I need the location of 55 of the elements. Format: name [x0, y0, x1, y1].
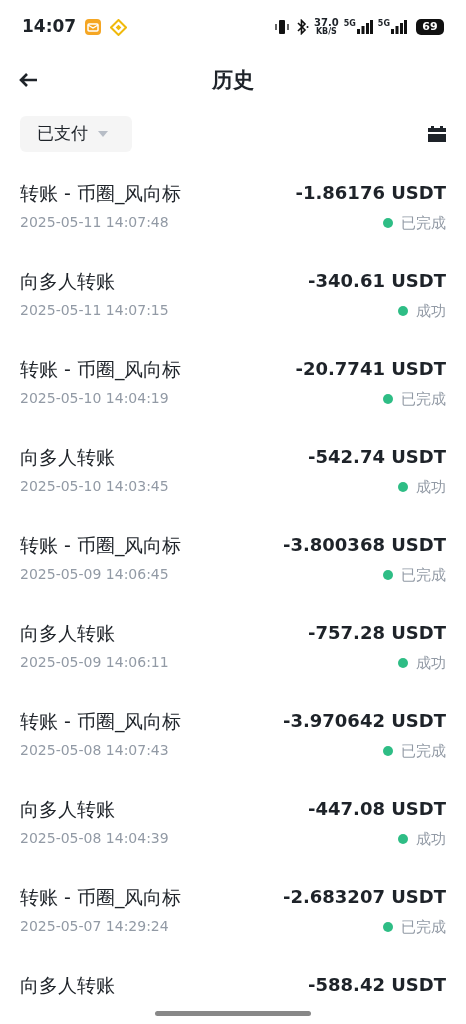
- network-type: 5G: [377, 20, 390, 28]
- transaction-status: 已完成: [401, 917, 446, 938]
- transaction-amount: -2.683207 USDT: [282, 885, 446, 909]
- transaction-title: 转账 - 币圈_风向标: [20, 533, 182, 558]
- transaction-status: 已完成: [401, 741, 446, 762]
- mail-app-icon: [84, 18, 103, 36]
- transaction-status: 成功: [416, 477, 446, 498]
- transaction-status: 成功: [416, 653, 446, 674]
- transaction-title: 转账 - 币圈_风向标: [20, 181, 182, 206]
- transaction-amount: -1.86176 USDT: [295, 181, 446, 205]
- signal-icon: [391, 20, 407, 34]
- transaction-title: 向多人转账: [20, 973, 115, 998]
- bluetooth-icon: [295, 19, 310, 35]
- transaction-time: 2025-05-11 14:07:48: [20, 213, 170, 232]
- transaction-time: 2025-05-09 14:06:11: [20, 653, 169, 672]
- transaction-title: 转账 - 币圈_风向标: [20, 357, 182, 382]
- transaction-time: 2025-05-10 14:03:45: [20, 477, 169, 496]
- battery-indicator: 69: [416, 19, 444, 35]
- transaction-status: 已完成: [401, 213, 446, 234]
- transaction-title: 向多人转账: [20, 797, 116, 822]
- transaction-amount: -588.42 USDT: [308, 973, 446, 997]
- vibrate-icon: [274, 19, 291, 35]
- transaction-title: 向多人转账: [20, 269, 116, 294]
- transaction-status: 已完成: [401, 565, 446, 586]
- transaction-status: 成功: [416, 301, 446, 322]
- back-arrow-icon[interactable]: [18, 72, 38, 88]
- transaction-status: 已完成: [401, 389, 446, 410]
- network-speed: 37.0: [314, 18, 339, 28]
- transaction-status: 成功: [416, 829, 446, 850]
- transaction-title: 向多人转账: [20, 445, 116, 470]
- transaction-amount: -340.61 USDT: [308, 269, 446, 293]
- caret-icon: [98, 131, 108, 137]
- page-title: 历史: [212, 67, 254, 95]
- transaction-amount: -542.74 USDT: [308, 445, 446, 469]
- transaction-time: 2025-05-09 14:06:45: [20, 565, 170, 584]
- transaction-time: 2025-05-10 14:04:19: [20, 389, 170, 408]
- status-time: 14:07: [22, 15, 77, 39]
- transaction-amount: -3.970642 USDT: [282, 709, 446, 733]
- transaction-time: 2025-05-08 14:04:39: [20, 829, 169, 848]
- transaction-title: 向多人转账: [20, 621, 116, 646]
- transaction-amount: -20.7741 USDT: [295, 357, 446, 381]
- network-type: 5G: [343, 20, 356, 28]
- speed-unit: KB/S: [315, 28, 337, 36]
- transaction-amount: -757.28 USDT: [308, 621, 446, 645]
- transaction-amount: -447.08 USDT: [308, 797, 446, 821]
- transaction-title: 转账 - 币圈_风向标: [20, 709, 182, 734]
- signal-icon: [356, 20, 373, 34]
- transaction-amount: -3.800368 USDT: [282, 533, 446, 557]
- status-filter-dropdown[interactable]: 已支付: [20, 116, 132, 152]
- transaction-time: 2025-05-08 14:07:43: [20, 741, 170, 760]
- transaction-time: 2025-05-07 14:29:24: [20, 917, 170, 936]
- transaction-title: 转账 - 币圈_风向标: [20, 885, 182, 910]
- transaction-time: 2025-05-11 14:07:15: [20, 301, 169, 320]
- calendar-icon[interactable]: [428, 126, 446, 142]
- diamond-logo-icon: [110, 18, 128, 36]
